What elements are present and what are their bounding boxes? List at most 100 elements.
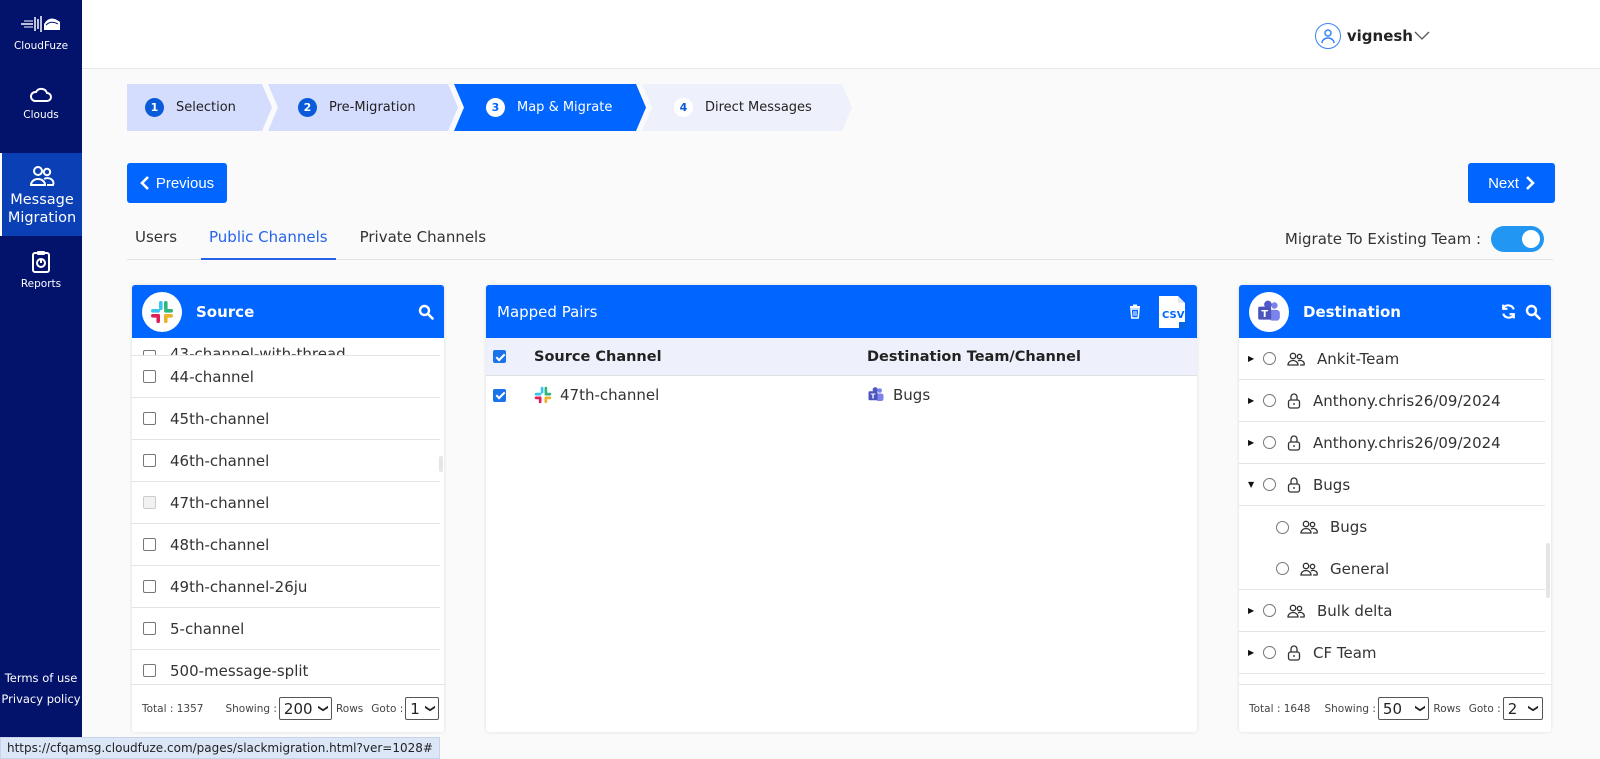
source-panel-header: Source	[132, 285, 444, 338]
list-item[interactable]: 46th-channel	[132, 440, 440, 482]
chevron-down-icon: ❯	[1414, 704, 1426, 713]
search-icon[interactable]	[1525, 304, 1541, 320]
sidebar-item-message-migration[interactable]: Message Migration	[0, 153, 82, 236]
channel-radio[interactable]	[1276, 562, 1289, 575]
destination-scrollbar[interactable]	[1546, 543, 1550, 598]
team-radio[interactable]	[1263, 646, 1276, 659]
migrate-to-existing-team: Migrate To Existing Team :	[1285, 226, 1544, 252]
caret-right-icon[interactable]: ▶	[1248, 396, 1256, 405]
tree-child-item[interactable]: Bugs	[1239, 506, 1545, 548]
source-scrollbar[interactable]	[439, 456, 443, 472]
team-radio[interactable]	[1263, 352, 1276, 365]
team-users-icon	[1287, 352, 1305, 366]
source-panel: Source 43-channel-with-thread 44-channel…	[132, 285, 444, 732]
username: vignesh	[1346, 27, 1413, 45]
chevron-down-icon: ❯	[424, 704, 436, 713]
tree-item-expanded[interactable]: ▼ Bugs	[1239, 464, 1545, 506]
team-name: Ankit-Team	[1317, 349, 1400, 368]
chevron-down-icon	[1414, 31, 1430, 40]
step-number: 2	[298, 98, 317, 117]
channel-name: 500-message-split	[170, 661, 309, 680]
sidebar-item-reports[interactable]: Reports	[0, 250, 82, 290]
tree-child-item[interactable]: General	[1239, 548, 1545, 590]
table-row: 47th-channel T Bugs	[486, 376, 1197, 414]
previous-button[interactable]: Previous	[127, 163, 227, 203]
brand-logo[interactable]: CloudFuze	[0, 14, 82, 52]
tab-public-channels[interactable]: Public Channels	[201, 225, 336, 260]
list-item[interactable]: 5-channel	[132, 608, 440, 650]
migration-stepper: 1 Selection 2 Pre-Migration 3 Map & Migr…	[127, 84, 848, 131]
team-name: CSV	[1317, 682, 1347, 684]
tab-private-channels[interactable]: Private Channels	[352, 225, 494, 260]
svg-text:T: T	[871, 392, 876, 400]
teams-icon: T	[868, 387, 884, 401]
tree-item[interactable]: ▶ Anthony.chris26/09/2024	[1239, 380, 1545, 422]
tree-item[interactable]: ▶ Bulk delta	[1239, 590, 1545, 632]
team-radio[interactable]	[1263, 604, 1276, 617]
list-item[interactable]: 44-channel	[132, 356, 440, 398]
step-direct-messages[interactable]: 4 Direct Messages	[642, 84, 852, 131]
step-label: Pre-Migration	[329, 100, 416, 115]
destination-title: Destination	[1303, 302, 1401, 321]
list-item[interactable]: 45th-channel	[132, 398, 440, 440]
caret-right-icon[interactable]: ▶	[1248, 354, 1256, 363]
search-icon[interactable]	[418, 304, 434, 320]
channel-radio[interactable]	[1276, 520, 1289, 534]
channel-checkbox[interactable]	[143, 454, 156, 467]
channel-name: Bugs	[1330, 518, 1368, 536]
step-pre-migration[interactable]: 2 Pre-Migration	[268, 84, 458, 131]
list-item[interactable]: 43-channel-with-thread	[132, 338, 440, 356]
team-radio[interactable]	[1263, 394, 1276, 407]
row-checkbox[interactable]	[493, 388, 506, 402]
list-item[interactable]: 48th-channel	[132, 524, 440, 566]
step-map-and-migrate[interactable]: 3 Map & Migrate	[454, 84, 646, 131]
destination-total: Total : 1648	[1249, 702, 1311, 715]
goto-page-select[interactable]: 2 ❯	[1502, 697, 1543, 720]
channel-name: General	[1330, 559, 1390, 578]
channel-checkbox[interactable]	[143, 412, 156, 425]
channel-checkbox[interactable]	[143, 664, 156, 677]
channel-users-icon	[1300, 520, 1318, 534]
column-header-destination: Destination Team/Channel	[867, 348, 1081, 365]
sidebar-item-clouds[interactable]: Clouds	[0, 82, 82, 124]
step-selection[interactable]: 1 Selection	[127, 84, 272, 131]
tree-item-partial[interactable]: ▶ CSV	[1239, 674, 1545, 684]
destination-channel-name: Bugs	[893, 386, 931, 404]
goto-page-select[interactable]: 1 ❯	[405, 697, 440, 720]
list-item[interactable]: 49th-channel-26ju	[132, 566, 440, 608]
rows-per-page-select[interactable]: 50 ❯	[1377, 697, 1430, 720]
source-total: Total : 1357	[142, 702, 204, 715]
select-all-checkbox[interactable]	[493, 350, 506, 363]
channel-checkbox[interactable]	[143, 538, 156, 551]
list-item[interactable]: 500-message-split	[132, 650, 440, 684]
list-item: 47th-channel	[132, 482, 440, 524]
team-radio[interactable]	[1263, 478, 1276, 491]
goto-page-value: 2	[1507, 699, 1518, 718]
caret-right-icon[interactable]: ▶	[1248, 438, 1256, 447]
terms-of-use-link[interactable]: Terms of use	[0, 668, 82, 689]
caret-right-icon[interactable]: ▶	[1248, 648, 1256, 657]
rows-per-page-select[interactable]: 200 ❯	[278, 697, 332, 720]
channel-checkbox[interactable]	[143, 622, 156, 635]
tab-users[interactable]: Users	[127, 225, 185, 260]
channel-checkbox[interactable]	[143, 580, 156, 593]
tree-item[interactable]: ▶ Ankit-Team	[1239, 338, 1545, 380]
team-name: Anthony.chris26/09/2024	[1313, 391, 1501, 410]
privacy-policy-link[interactable]: Privacy policy	[0, 689, 82, 710]
caret-right-icon[interactable]: ▶	[1248, 606, 1256, 615]
tree-item[interactable]: ▶ Anthony.chris26/09/2024	[1239, 422, 1545, 464]
csv-export-icon[interactable]: CSV	[1157, 295, 1187, 329]
tree-item[interactable]: ▶ CF Team	[1239, 632, 1545, 674]
user-menu[interactable]: vignesh	[1314, 23, 1430, 49]
rows-per-page-value: 50	[1382, 699, 1403, 718]
team-name: Bugs	[1313, 475, 1351, 494]
svg-text:T: T	[1261, 308, 1268, 319]
caret-down-icon[interactable]: ▼	[1248, 480, 1256, 489]
channel-checkbox[interactable]	[143, 370, 156, 383]
top-bar: vignesh	[82, 0, 1600, 69]
refresh-icon[interactable]	[1500, 303, 1517, 320]
migrate-to-existing-team-toggle[interactable]	[1491, 226, 1544, 252]
next-button[interactable]: Next	[1468, 163, 1555, 203]
trash-icon[interactable]	[1129, 304, 1141, 319]
team-radio[interactable]	[1263, 436, 1276, 449]
